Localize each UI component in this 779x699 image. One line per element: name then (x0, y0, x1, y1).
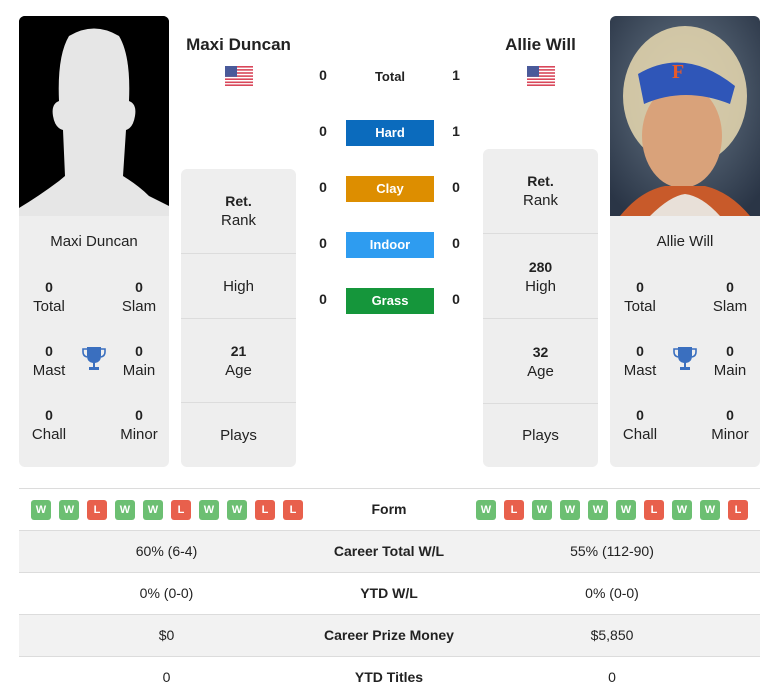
form-win-badge[interactable]: W (115, 500, 135, 520)
form-loss-badge[interactable]: L (728, 500, 748, 520)
trophy-icon (673, 346, 697, 377)
row-label: YTD W/L (360, 585, 418, 601)
h2h-indoor-p1: 0 (319, 235, 327, 251)
svg-text:F: F (672, 61, 684, 83)
player1-plays: Plays (181, 402, 296, 468)
form-win-badge[interactable]: W (227, 500, 247, 520)
player1-titles-card: Maxi Duncan 0 Total 0 Slam 0 Mast 0 Main… (19, 216, 169, 467)
surface-clay-label[interactable]: Clay (346, 176, 434, 202)
player1-value: 60% (6-4) (135, 543, 198, 559)
player1-rank: Ret. Rank (220, 193, 257, 229)
h2h-indoor-p2: 0 (452, 235, 460, 251)
h2h-total-p1: 0 (319, 67, 327, 83)
player1-total-titles: 0 Total (33, 279, 65, 315)
form-win-badge[interactable]: W (143, 500, 163, 520)
form-loss-badge[interactable]: L (504, 500, 524, 520)
comparison-table: WWLWWLWWLL Form WLWWWWLWWL 60% (6-4) Car… (19, 488, 760, 698)
player2-main-titles: 0 Main (713, 343, 747, 379)
form-win-badge[interactable]: W (59, 500, 79, 520)
table-row: 0 YTD Titles 0 (19, 656, 760, 698)
h2h-indoor-row: 0 Indoor 0 (310, 230, 470, 258)
player2-slam-titles: 0 Slam (712, 279, 748, 315)
player1-value: $0 (158, 627, 175, 643)
player2-total-titles: 0 Total (624, 279, 656, 315)
player2-high: 280 High (483, 233, 598, 319)
h2h-hard-p1: 0 (319, 123, 327, 139)
h2h-grass-p1: 0 (319, 291, 327, 307)
row-label: Career Prize Money (324, 627, 454, 643)
player2-minor-titles: 0 Minor (711, 407, 749, 443)
form-win-badge[interactable]: W (588, 500, 608, 520)
h2h-hard-p2: 1 (452, 123, 460, 139)
surface-indoor-label[interactable]: Indoor (346, 232, 434, 258)
surface-grass-label[interactable]: Grass (346, 288, 434, 314)
player1-slam-titles: 0 Slam (121, 279, 157, 315)
form-win-badge[interactable]: W (616, 500, 636, 520)
h2h-grass-row: 0 Grass 0 (310, 286, 470, 314)
us-flag-icon (527, 66, 555, 91)
table-row: $0 Career Prize Money $5,850 (19, 614, 760, 656)
form-win-badge[interactable]: W (700, 500, 720, 520)
form-loss-badge[interactable]: L (283, 500, 303, 520)
h2h-clay-p2: 0 (452, 179, 460, 195)
player2-name[interactable]: Allie Will (472, 35, 609, 55)
player1-minor-titles: 0 Minor (120, 407, 158, 443)
player1-main-titles: 0 Main (122, 343, 156, 379)
player2-form: WLWWWWLWWL (476, 500, 748, 520)
h2h-grass-p2: 0 (452, 291, 460, 307)
table-row: 60% (6-4) Career Total W/L 55% (112-90) (19, 530, 760, 572)
player1-mast-titles: 0 Mast (32, 343, 66, 379)
player1-value: 0% (0-0) (139, 585, 194, 601)
form-win-badge[interactable]: W (560, 500, 580, 520)
form-win-badge[interactable]: W (672, 500, 692, 520)
h2h-clay-p1: 0 (319, 179, 327, 195)
form-label: Form (371, 501, 407, 517)
player2-value: 0 (608, 669, 616, 685)
row-label: Career Total W/L (333, 543, 445, 559)
player2-titles-card: Allie Will 0 Total 0 Slam 0 Mast 0 Main … (610, 216, 760, 467)
player2-value: 0% (0-0) (585, 585, 639, 601)
form-win-badge[interactable]: W (31, 500, 51, 520)
us-flag-icon (225, 66, 253, 91)
form-loss-badge[interactable]: L (87, 500, 107, 520)
player2-rank: Ret. Rank (522, 173, 559, 209)
form-row: WWLWWLWWLL Form WLWWWWLWWL (19, 488, 760, 530)
player1-photo (19, 16, 169, 216)
player2-plays: Plays (483, 403, 598, 468)
player2-photo: F (610, 16, 760, 216)
form-loss-badge[interactable]: L (644, 500, 664, 520)
player2-value: $5,850 (590, 627, 634, 643)
player-portrait-icon: F (610, 16, 760, 216)
form-loss-badge[interactable]: L (255, 500, 275, 520)
player1-high: High (181, 253, 296, 319)
player1-form: WWLWWLWWLL (31, 500, 303, 520)
player2-mast-titles: 0 Mast (623, 343, 657, 379)
row-label: YTD Titles (354, 669, 424, 685)
player1-card-name: Maxi Duncan (50, 233, 138, 250)
player2-age: 32 Age (483, 318, 598, 404)
form-win-badge[interactable]: W (476, 500, 496, 520)
h2h-total-p2: 1 (452, 67, 460, 83)
h2h-clay-row: 0 Clay 0 (310, 174, 470, 202)
player1-chall-titles: 0 Chall (31, 407, 67, 443)
form-win-badge[interactable]: W (532, 500, 552, 520)
player2-chall-titles: 0 Chall (622, 407, 658, 443)
player1-name[interactable]: Maxi Duncan (170, 35, 307, 55)
h2h-hard-row: 0 Hard 1 (310, 118, 470, 146)
trophy-icon (82, 346, 106, 377)
player2-card-name: Allie Will (656, 233, 714, 250)
silhouette-icon (19, 16, 169, 216)
form-loss-badge[interactable]: L (171, 500, 191, 520)
table-row: 0% (0-0) YTD W/L 0% (0-0) (19, 572, 760, 614)
form-win-badge[interactable]: W (199, 500, 219, 520)
h2h-total-row: 0 Total 1 (310, 62, 470, 88)
player2-info-card: Ret. Rank 280 High 32 Age Plays (483, 149, 598, 467)
player1-info-card: Ret. Rank High 21 Age Plays (181, 169, 296, 467)
player1-age: 21 Age (181, 318, 296, 403)
player2-value: 55% (112-90) (570, 543, 654, 559)
surface-hard-label[interactable]: Hard (346, 120, 434, 146)
player1-value: 0 (162, 669, 171, 685)
h2h-total-label: Total (374, 69, 406, 84)
